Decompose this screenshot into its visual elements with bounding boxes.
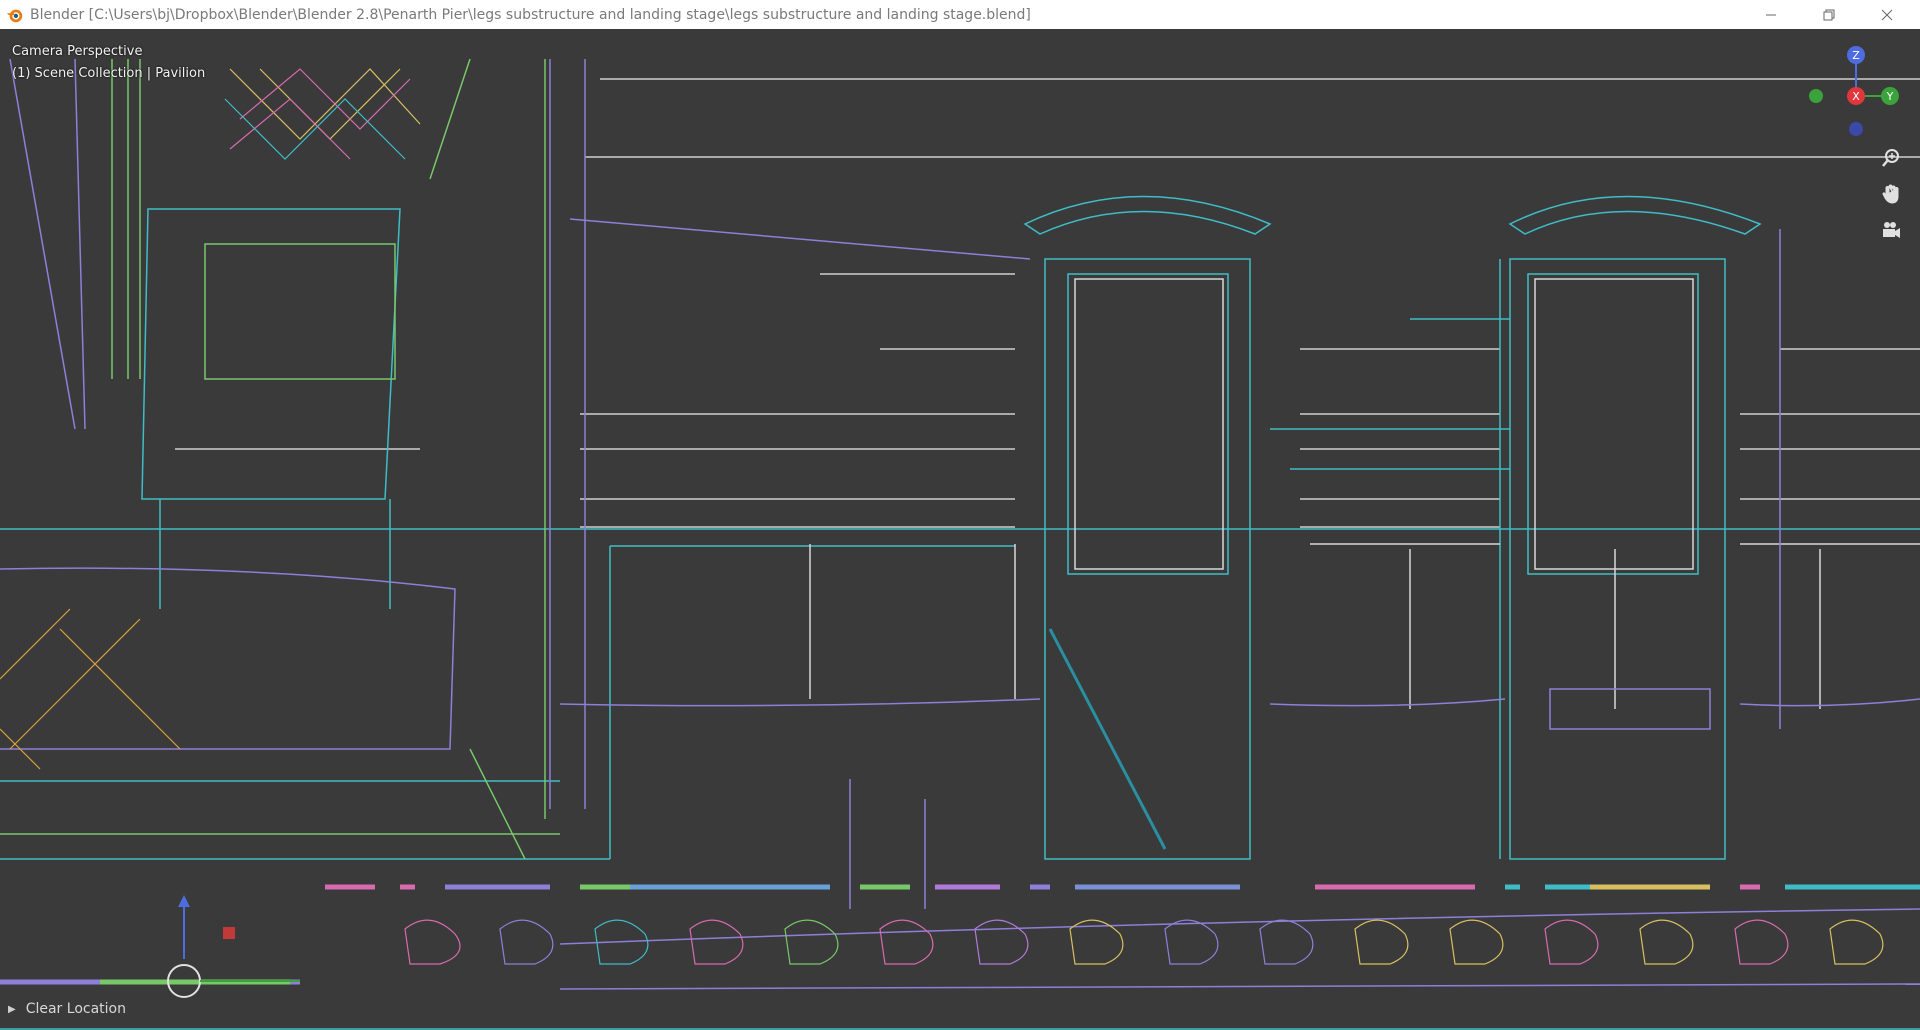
minimize-icon[interactable] <box>1742 0 1800 29</box>
neg-y-axis-handle <box>1809 89 1823 103</box>
navigation-gizmo[interactable]: Z X Y <box>1790 37 1910 147</box>
last-operator-label[interactable]: Clear Location <box>26 1001 126 1017</box>
zoom-icon[interactable] <box>1876 143 1906 173</box>
collection-info: (1) Scene Collection | Pavilion <box>12 66 206 81</box>
wireframe-scene[interactable] <box>0 29 1920 1030</box>
restore-icon[interactable] <box>1800 0 1858 29</box>
window-title: Blender [C:\Users\bj\Dropbox\Blender\Ble… <box>30 6 1031 23</box>
last-operator-panel[interactable]: ▶ Clear Location <box>8 997 126 1021</box>
blender-logo-icon <box>6 9 23 22</box>
window-titlebar: Blender [C:\Users\bj\Dropbox\Blender\Ble… <box>0 0 1920 29</box>
x-axis-label: X <box>1852 90 1860 103</box>
camera-icon[interactable] <box>1876 215 1906 245</box>
hand-icon[interactable] <box>1876 179 1906 209</box>
neg-z-axis-handle <box>1849 122 1863 136</box>
y-axis-label: Y <box>1886 90 1894 103</box>
view-name: Camera Perspective <box>12 44 143 59</box>
3d-viewport[interactable]: Camera Perspective (1) Scene Collection … <box>0 29 1920 1030</box>
close-icon[interactable] <box>1858 0 1916 29</box>
triangle-right-icon[interactable]: ▶ <box>8 1004 16 1015</box>
z-axis-label: Z <box>1852 49 1860 62</box>
